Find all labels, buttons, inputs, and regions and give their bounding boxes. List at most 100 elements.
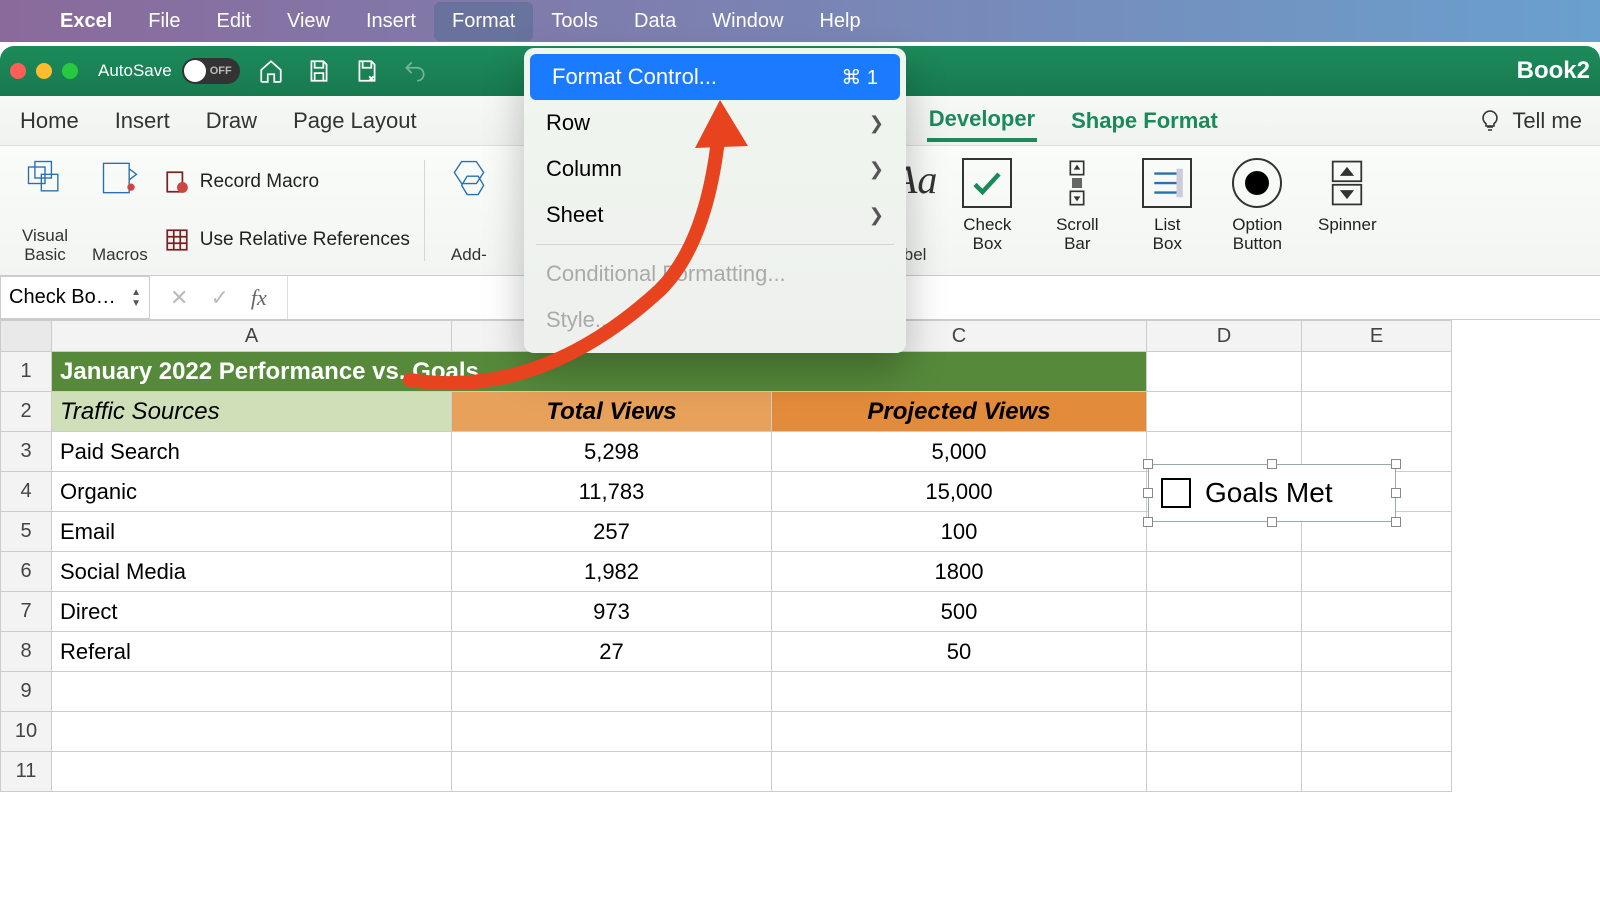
insert-checkbox-button[interactable]: Check Box	[953, 158, 1021, 253]
undo-icon[interactable]	[402, 58, 428, 84]
cell-B7[interactable]: 973	[452, 592, 772, 632]
cell-E7[interactable]	[1302, 592, 1452, 632]
cell-E2[interactable]	[1302, 392, 1452, 432]
cell-B2[interactable]: Total Views	[452, 392, 772, 432]
cell-E8[interactable]	[1302, 632, 1452, 672]
resize-handle[interactable]	[1267, 459, 1277, 469]
minimize-window-button[interactable]	[36, 63, 52, 79]
cell-A10[interactable]	[52, 712, 452, 752]
menu-file[interactable]: File	[130, 2, 198, 41]
row-header-5[interactable]: 5	[0, 512, 52, 552]
cell-C5[interactable]: 100	[772, 512, 1147, 552]
cell-D9[interactable]	[1147, 672, 1302, 712]
cell-A9[interactable]	[52, 672, 452, 712]
select-all-cell[interactable]	[0, 320, 52, 352]
menu-tools[interactable]: Tools	[533, 2, 616, 41]
menu-view[interactable]: View	[269, 2, 348, 41]
cell-B6[interactable]: 1,982	[452, 552, 772, 592]
col-header-A[interactable]: A	[52, 320, 452, 352]
insert-option-button[interactable]: Option Button	[1223, 158, 1291, 253]
insert-listbox-button[interactable]: List Box	[1133, 158, 1201, 253]
cell-D6[interactable]	[1147, 552, 1302, 592]
cell-A5[interactable]: Email	[52, 512, 452, 552]
cell-D1[interactable]	[1147, 352, 1302, 392]
row-header-7[interactable]: 7	[0, 592, 52, 632]
fullscreen-window-button[interactable]	[62, 63, 78, 79]
menu-format[interactable]: Format	[434, 2, 533, 41]
cell-C9[interactable]	[772, 672, 1147, 712]
row-header-11[interactable]: 11	[0, 752, 52, 792]
row-header-10[interactable]: 10	[0, 712, 52, 752]
row-header-3[interactable]: 3	[0, 432, 52, 472]
cell-B4[interactable]: 11,783	[452, 472, 772, 512]
row-header-9[interactable]: 9	[0, 672, 52, 712]
cell-E11[interactable]	[1302, 752, 1452, 792]
cell-D10[interactable]	[1147, 712, 1302, 752]
name-box-stepper[interactable]: ▲▼	[131, 287, 141, 309]
close-window-button[interactable]	[10, 63, 26, 79]
menu-item-row[interactable]: Row❯	[524, 100, 906, 146]
menu-item-format-control[interactable]: Format Control...⌘ 1	[530, 54, 900, 100]
checkbox-form-control[interactable]: Goals Met	[1148, 464, 1396, 522]
cell-D11[interactable]	[1147, 752, 1302, 792]
cell-B3[interactable]: 5,298	[452, 432, 772, 472]
cell-A3[interactable]: Paid Search	[52, 432, 452, 472]
row-header-1[interactable]: 1	[0, 352, 52, 392]
cell-C2[interactable]: Projected Views	[772, 392, 1147, 432]
row-header-8[interactable]: 8	[0, 632, 52, 672]
menu-data[interactable]: Data	[616, 2, 694, 41]
cell-E10[interactable]	[1302, 712, 1452, 752]
resize-handle[interactable]	[1143, 488, 1153, 498]
menu-window[interactable]: Window	[694, 2, 801, 41]
save-icon[interactable]	[306, 58, 332, 84]
home-icon[interactable]	[258, 58, 284, 84]
menu-excel[interactable]: Excel	[42, 2, 130, 41]
cell-D2[interactable]	[1147, 392, 1302, 432]
tab-insert[interactable]: Insert	[113, 102, 172, 140]
cell-D8[interactable]	[1147, 632, 1302, 672]
menu-item-sheet[interactable]: Sheet❯	[524, 192, 906, 238]
menu-edit[interactable]: Edit	[199, 2, 269, 41]
cell-C10[interactable]	[772, 712, 1147, 752]
fx-icon[interactable]: fx	[251, 285, 267, 311]
cell-D7[interactable]	[1147, 592, 1302, 632]
visual-basic-button[interactable]: Visual Basic	[14, 152, 76, 269]
cell-E1[interactable]	[1302, 352, 1452, 392]
autosave-control[interactable]: AutoSave OFF	[98, 58, 240, 84]
tab-developer[interactable]: Developer	[927, 100, 1037, 142]
tab-draw[interactable]: Draw	[204, 102, 259, 140]
cell-B11[interactable]	[452, 752, 772, 792]
cell-C7[interactable]: 500	[772, 592, 1147, 632]
row-header-4[interactable]: 4	[0, 472, 52, 512]
tell-me-search[interactable]: Tell me	[1478, 108, 1582, 134]
cancel-formula-icon[interactable]: ✕	[170, 285, 188, 311]
enter-formula-icon[interactable]: ✓	[210, 285, 228, 311]
tab-page-layout[interactable]: Page Layout	[291, 102, 419, 140]
cell-E6[interactable]	[1302, 552, 1452, 592]
col-header-D[interactable]: D	[1147, 320, 1302, 352]
use-relative-references-button[interactable]: Use Relative References	[164, 220, 410, 260]
cell-title[interactable]: January 2022 Performance vs. Goals	[52, 352, 1147, 392]
cell-A6[interactable]: Social Media	[52, 552, 452, 592]
addins-button[interactable]: Add-	[439, 152, 499, 269]
record-macro-button[interactable]: Record Macro	[164, 162, 410, 202]
cell-A4[interactable]: Organic	[52, 472, 452, 512]
cell-B9[interactable]	[452, 672, 772, 712]
row-header-6[interactable]: 6	[0, 552, 52, 592]
autosave-toggle[interactable]: OFF	[182, 58, 240, 84]
cell-C4[interactable]: 15,000	[772, 472, 1147, 512]
resize-handle[interactable]	[1143, 517, 1153, 527]
name-box[interactable]: Check Bo… ▲▼	[0, 276, 150, 319]
resize-handle[interactable]	[1391, 459, 1401, 469]
cell-C8[interactable]: 50	[772, 632, 1147, 672]
cell-C11[interactable]	[772, 752, 1147, 792]
cell-A8[interactable]: Referal	[52, 632, 452, 672]
menu-item-column[interactable]: Column❯	[524, 146, 906, 192]
resize-handle[interactable]	[1143, 459, 1153, 469]
formula-input[interactable]	[287, 276, 1600, 319]
cell-B5[interactable]: 257	[452, 512, 772, 552]
cell-E9[interactable]	[1302, 672, 1452, 712]
cell-B10[interactable]	[452, 712, 772, 752]
cell-A2[interactable]: Traffic Sources	[52, 392, 452, 432]
cell-B8[interactable]: 27	[452, 632, 772, 672]
